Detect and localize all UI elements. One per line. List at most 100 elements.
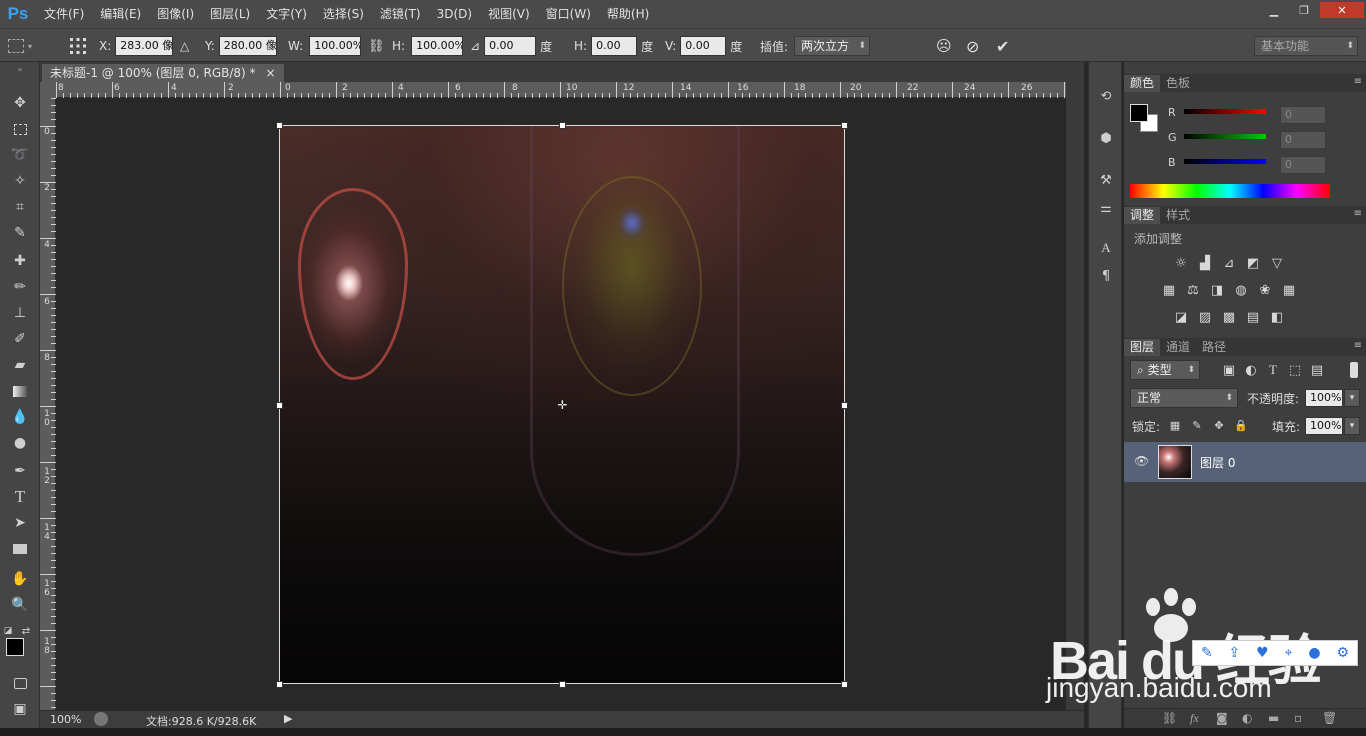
- red-slider[interactable]: [1184, 109, 1266, 114]
- height-scale-field[interactable]: 100.00%: [411, 36, 464, 56]
- character-panel-icon[interactable]: A: [1096, 238, 1116, 258]
- reference-point-icon[interactable]: [68, 29, 88, 63]
- opacity-field[interactable]: 100%: [1305, 389, 1343, 407]
- panel-menu-icon[interactable]: ≡: [1354, 76, 1362, 87]
- lock-position-icon[interactable]: ✥: [1210, 416, 1228, 434]
- delete-layer-icon[interactable]: 🗑: [1322, 711, 1337, 725]
- new-layer-icon[interactable]: ▫: [1294, 711, 1302, 725]
- gradient-map-icon[interactable]: ▤: [1244, 308, 1262, 326]
- ruler-origin[interactable]: [40, 82, 56, 98]
- filter-smart-object-icon[interactable]: ▤: [1308, 361, 1326, 379]
- filter-pixel-icon[interactable]: ▣: [1220, 361, 1238, 379]
- layer-name[interactable]: 图层 0: [1200, 454, 1235, 471]
- tab-layers[interactable]: 图层: [1124, 339, 1161, 356]
- document-tab[interactable]: 未标题-1 @ 100% (图层 0, RGB/8) * ×: [42, 64, 284, 82]
- color-spectrum-bar[interactable]: [1130, 184, 1330, 198]
- brush-presets-icon[interactable]: ⚒: [1096, 170, 1116, 190]
- blur-tool-icon[interactable]: 💧: [8, 406, 32, 428]
- close-tab-icon[interactable]: ×: [266, 64, 276, 82]
- workspace-select[interactable]: 基本功能: [1254, 36, 1358, 56]
- transform-handle-bottom[interactable]: [559, 681, 566, 688]
- commit-transform-icon[interactable]: ✔: [996, 29, 1009, 63]
- x-position-field[interactable]: 283.00 像素: [115, 36, 174, 56]
- panel-menu-icon[interactable]: ≡: [1354, 340, 1362, 351]
- transform-handle-bottom-left[interactable]: [276, 681, 283, 688]
- eraser-tool-icon[interactable]: ▰: [8, 354, 32, 376]
- dodge-tool-icon[interactable]: ●: [8, 432, 32, 454]
- marquee-tool-icon[interactable]: [8, 118, 32, 140]
- blend-mode-select[interactable]: 正常: [1130, 388, 1238, 408]
- tab-adjustments[interactable]: 调整: [1124, 207, 1161, 224]
- move-tool-icon[interactable]: ✥: [8, 92, 32, 114]
- horizontal-ruler[interactable]: 8 6 4 2 0 2 4 6 8 10 12 14 16 18 20 22 2…: [56, 82, 1066, 98]
- cancel-transform-icon[interactable]: ⊘: [966, 29, 979, 63]
- eyedropper-tool-icon[interactable]: ✎: [8, 222, 32, 244]
- layer-row[interactable]: 👁 图层 0: [1124, 442, 1366, 482]
- new-adjustment-layer-icon[interactable]: ◐: [1242, 711, 1252, 725]
- menu-edit[interactable]: 编辑(E): [92, 0, 149, 28]
- selective-color-icon[interactable]: ◧: [1268, 308, 1286, 326]
- link-layers-icon[interactable]: ⛓: [1162, 711, 1177, 725]
- visibility-eye-icon[interactable]: 👁: [1134, 454, 1149, 468]
- type-tool-icon[interactable]: T: [8, 486, 32, 508]
- transform-handle-right[interactable]: [841, 402, 848, 409]
- panel-menu-icon[interactable]: ≡: [1354, 208, 1362, 219]
- threshold-icon[interactable]: ▩: [1220, 308, 1238, 326]
- path-selection-tool-icon[interactable]: ➤: [8, 512, 32, 534]
- tab-swatches[interactable]: 色板: [1160, 75, 1196, 92]
- zoom-tool-icon[interactable]: 🔍: [8, 594, 32, 616]
- status-menu-arrow-icon[interactable]: ▶: [284, 712, 292, 725]
- rotation-angle-field[interactable]: 0.00: [484, 36, 537, 56]
- layer-filter-select[interactable]: ⌕ 类型: [1130, 360, 1200, 380]
- channel-mixer-icon[interactable]: ❀: [1256, 281, 1274, 299]
- gradient-tool-icon[interactable]: [8, 380, 32, 402]
- menu-window[interactable]: 窗口(W): [538, 0, 599, 28]
- tab-color[interactable]: 颜色: [1124, 75, 1161, 92]
- menu-type[interactable]: 文字(Y): [258, 0, 315, 28]
- 3d-panel-icon[interactable]: ⬢: [1096, 128, 1116, 148]
- vertical-scrollbar[interactable]: [1066, 82, 1084, 710]
- menu-select[interactable]: 选择(S): [315, 0, 372, 28]
- quick-mask-icon[interactable]: [8, 672, 32, 694]
- tab-channels[interactable]: 通道: [1160, 339, 1196, 356]
- opacity-dropdown-icon[interactable]: ▾: [1344, 389, 1360, 407]
- vibrance-icon[interactable]: ▽: [1268, 254, 1286, 272]
- delta-icon[interactable]: △: [180, 29, 189, 63]
- minimize-button[interactable]: ▁: [1260, 2, 1288, 18]
- tool-preset-icon[interactable]: ▾: [8, 29, 32, 63]
- filter-adjustment-icon[interactable]: ◐: [1242, 361, 1260, 379]
- curves-icon[interactable]: ⊿: [1220, 254, 1238, 272]
- transform-handle-top[interactable]: [559, 122, 566, 129]
- link-icon[interactable]: ⛓: [368, 29, 385, 63]
- add-mask-icon[interactable]: ◙: [1216, 711, 1228, 725]
- collapse-icon[interactable]: »: [8, 64, 32, 74]
- document-size-info[interactable]: 文档:928.6 K/928.6K: [146, 713, 256, 729]
- black-white-icon[interactable]: ◨: [1208, 281, 1226, 299]
- new-group-icon[interactable]: ▬: [1268, 711, 1279, 725]
- pen-tool-icon[interactable]: ✒: [8, 460, 32, 482]
- v-skew-field[interactable]: 0.00: [680, 36, 727, 56]
- status-share-icon[interactable]: [94, 712, 108, 726]
- vertical-ruler[interactable]: 0 2 4 6 8 10 12 14 16 18: [40, 98, 56, 710]
- lock-transparency-icon[interactable]: ▦: [1166, 416, 1184, 434]
- color-balance-icon[interactable]: ⚖: [1184, 281, 1202, 299]
- transform-handle-left[interactable]: [276, 402, 283, 409]
- transform-handle-top-left[interactable]: [276, 122, 283, 129]
- rectangle-tool-icon[interactable]: [8, 538, 32, 560]
- history-panel-icon[interactable]: ⟲: [1096, 86, 1116, 106]
- y-position-field[interactable]: 280.00 像素: [218, 36, 277, 56]
- green-value-field[interactable]: 0: [1280, 131, 1326, 149]
- maximize-button[interactable]: ❐: [1290, 2, 1318, 18]
- fill-dropdown-icon[interactable]: ▾: [1344, 417, 1360, 435]
- brightness-icon[interactable]: ☼: [1172, 254, 1190, 272]
- lasso-tool-icon[interactable]: ➰: [8, 144, 32, 166]
- lock-pixels-icon[interactable]: ✎: [1188, 416, 1206, 434]
- photo-filter-icon[interactable]: ◍: [1232, 281, 1250, 299]
- filter-shape-icon[interactable]: ⬚: [1286, 361, 1304, 379]
- history-brush-tool-icon[interactable]: ✐: [8, 328, 32, 350]
- crop-tool-icon[interactable]: ⌗: [8, 196, 32, 218]
- paragraph-panel-icon[interactable]: ¶: [1096, 266, 1116, 286]
- menu-help[interactable]: 帮助(H): [599, 0, 657, 28]
- h-skew-field[interactable]: 0.00: [591, 36, 638, 56]
- tab-paths[interactable]: 路径: [1196, 339, 1232, 356]
